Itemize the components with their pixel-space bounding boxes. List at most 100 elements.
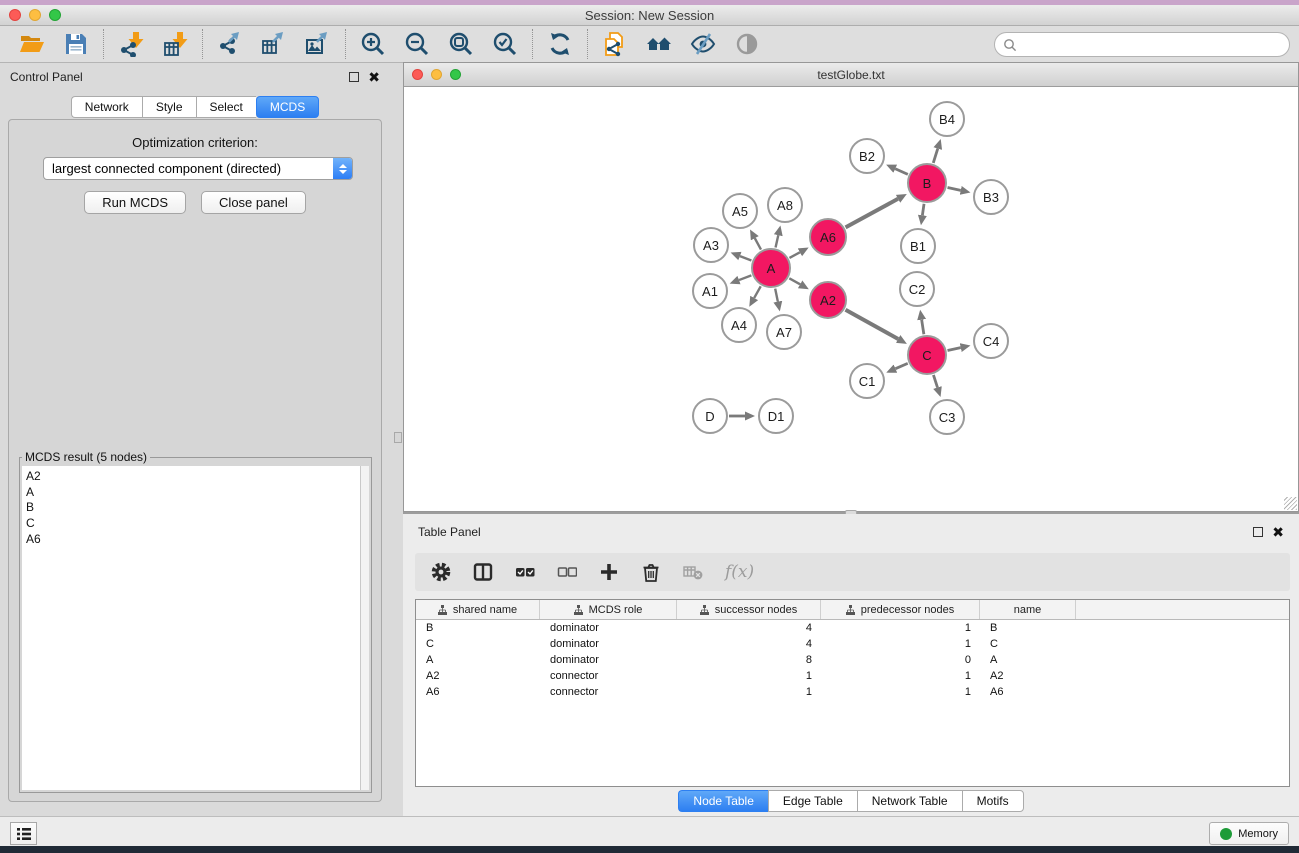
result-item[interactable]: A — [26, 485, 360, 501]
open-session-button[interactable] — [18, 30, 46, 58]
criterion-dropdown[interactable]: largest connected component (directed) — [43, 157, 353, 180]
resize-grip-icon[interactable] — [1284, 497, 1297, 510]
select-all-columns-button[interactable] — [515, 562, 535, 582]
zoom-out-button[interactable] — [403, 30, 431, 58]
table-row[interactable]: Cdominator41C — [416, 636, 1289, 652]
export-image-button[interactable] — [304, 30, 332, 58]
task-history-button[interactable] — [10, 822, 37, 845]
result-item[interactable]: C — [26, 516, 360, 532]
export-network-button[interactable] — [216, 30, 244, 58]
graph-node-A7[interactable]: A7 — [766, 314, 802, 350]
search-box[interactable] — [994, 32, 1290, 57]
close-table-panel-icon[interactable]: ✖ — [1272, 527, 1284, 537]
graph-node-A2[interactable]: A2 — [809, 281, 847, 319]
edge-A2-C[interactable] — [845, 310, 898, 339]
column-header-name[interactable]: name — [980, 600, 1076, 619]
edge-A-A5[interactable] — [755, 238, 761, 249]
edge-A6-B[interactable] — [846, 199, 898, 228]
close-panel-button[interactable]: Close panel — [201, 191, 306, 214]
table-row[interactable]: A2connector11A2 — [416, 668, 1289, 684]
close-panel-icon[interactable]: ✖ — [368, 72, 380, 82]
edge-B-B1[interactable] — [922, 204, 924, 216]
import-table-button[interactable] — [161, 30, 189, 58]
graph-node-B4[interactable]: B4 — [929, 101, 965, 137]
graph-node-A[interactable]: A — [751, 248, 791, 288]
edge-C-C3[interactable] — [933, 375, 937, 388]
zoom-selected-button[interactable] — [491, 30, 519, 58]
refresh-button[interactable] — [546, 30, 574, 58]
edge-A-A6[interactable] — [789, 252, 799, 258]
column-header-predecessor-nodes[interactable]: predecessor nodes — [821, 600, 980, 619]
tab-node-table[interactable]: Node Table — [678, 790, 768, 812]
edge-A-A4[interactable] — [754, 286, 761, 298]
tab-style[interactable]: Style — [142, 96, 196, 118]
edge-C-C1[interactable] — [895, 363, 907, 368]
hide-panels-button[interactable] — [689, 30, 717, 58]
graph-node-D1[interactable]: D1 — [758, 398, 794, 434]
edge-A-A1[interactable] — [739, 275, 751, 280]
result-item[interactable]: B — [26, 500, 360, 516]
settings-button[interactable] — [431, 562, 451, 582]
zoom-in-button[interactable] — [359, 30, 387, 58]
tab-motifs[interactable]: Motifs — [962, 790, 1024, 812]
column-header-successor-nodes[interactable]: successor nodes — [677, 600, 821, 619]
column-header-shared-name[interactable]: shared name — [416, 600, 540, 619]
tab-mcds[interactable]: MCDS — [256, 96, 319, 118]
graph-node-C[interactable]: C — [907, 335, 947, 375]
graph-node-A4[interactable]: A4 — [721, 307, 757, 343]
import-network-button[interactable] — [117, 30, 145, 58]
edge-B-B4[interactable] — [933, 149, 937, 163]
show-graphics-details-button[interactable] — [733, 30, 761, 58]
deselect-all-columns-button[interactable] — [557, 562, 577, 582]
export-table-button[interactable] — [260, 30, 288, 58]
save-session-button[interactable] — [62, 30, 90, 58]
result-item[interactable]: A6 — [26, 532, 360, 548]
graph-node-A8[interactable]: A8 — [767, 187, 803, 223]
column-header-MCDS-role[interactable]: MCDS role — [540, 600, 677, 619]
duplicate-network-button[interactable] — [601, 30, 629, 58]
tab-network-table[interactable]: Network Table — [857, 790, 962, 812]
run-mcds-button[interactable]: Run MCDS — [84, 191, 186, 214]
graph-node-A5[interactable]: A5 — [722, 193, 758, 229]
memory-button[interactable]: Memory — [1209, 822, 1289, 845]
zoom-fit-button[interactable] — [447, 30, 475, 58]
graph-node-A1[interactable]: A1 — [692, 273, 728, 309]
edge-A-A2[interactable] — [789, 278, 800, 284]
graph-node-A6[interactable]: A6 — [809, 218, 847, 256]
search-input[interactable] — [1017, 38, 1289, 52]
edge-A-A7[interactable] — [775, 289, 778, 302]
result-item[interactable]: A2 — [26, 469, 360, 485]
edge-C-C4[interactable] — [948, 348, 961, 351]
edge-B-B3[interactable] — [948, 187, 961, 190]
table-row[interactable]: Bdominator41B — [416, 620, 1289, 636]
float-panel-icon[interactable] — [349, 72, 359, 82]
graph-node-C1[interactable]: C1 — [849, 363, 885, 399]
add-column-button[interactable] — [599, 562, 619, 582]
float-table-panel-icon[interactable] — [1253, 527, 1263, 537]
network-canvas[interactable]: A A1 A2 A3 A4 A5 A6 A7 A8 B B1 B2 B3 B4 C C1 C2 C3 C4 D D1 — [404, 87, 1298, 511]
edge-A-A3[interactable] — [740, 256, 751, 260]
tab-network[interactable]: Network — [71, 96, 142, 118]
split-panel-button[interactable] — [473, 562, 493, 582]
graph-node-D[interactable]: D — [692, 398, 728, 434]
edge-C-C2[interactable] — [922, 320, 924, 335]
graph-node-B[interactable]: B — [907, 163, 947, 203]
tab-select[interactable]: Select — [196, 96, 256, 118]
graph-node-B1[interactable]: B1 — [900, 228, 936, 264]
table-row[interactable]: A6connector11A6 — [416, 684, 1289, 700]
home-button[interactable] — [645, 30, 673, 58]
delete-column-button[interactable] — [641, 562, 661, 582]
edge-B-B2[interactable] — [895, 169, 908, 175]
mcds-result-list[interactable]: A2ABCA6 — [22, 466, 369, 790]
edge-A-A8[interactable] — [776, 235, 779, 247]
graph-node-C3[interactable]: C3 — [929, 399, 965, 435]
graph-node-A3[interactable]: A3 — [693, 227, 729, 263]
graph-node-C4[interactable]: C4 — [973, 323, 1009, 359]
table-row[interactable]: Adominator80A — [416, 652, 1289, 668]
result-scrollbar[interactable] — [360, 466, 369, 790]
graph-node-B2[interactable]: B2 — [849, 138, 885, 174]
graph-node-B3[interactable]: B3 — [973, 179, 1009, 215]
vertical-splitter-handle[interactable] — [394, 432, 402, 443]
tab-edge-table[interactable]: Edge Table — [768, 790, 857, 812]
graph-node-C2[interactable]: C2 — [899, 271, 935, 307]
